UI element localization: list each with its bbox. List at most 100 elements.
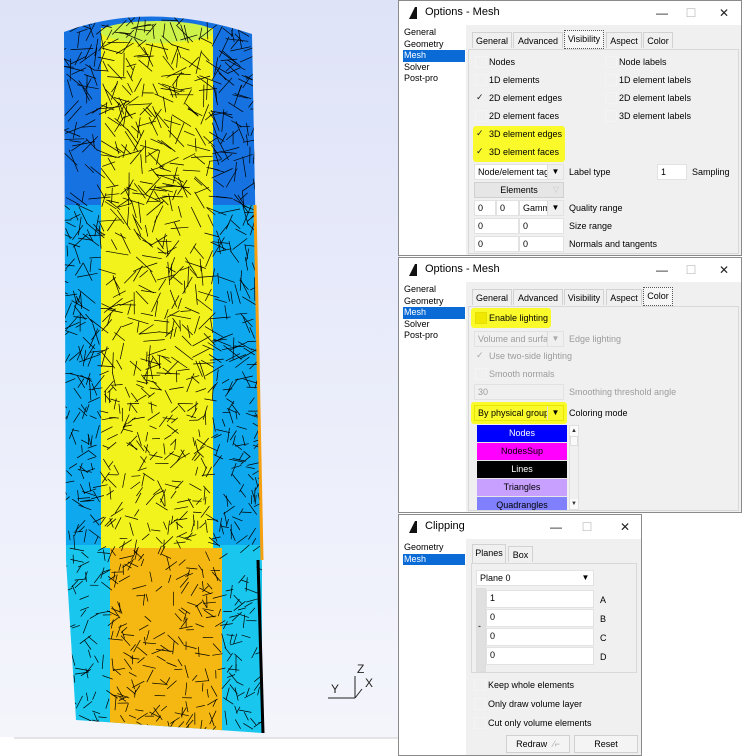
minimize-button[interactable]: —: [545, 518, 567, 536]
plane-select-dropdown[interactable]: Plane 0 ▼: [476, 570, 594, 586]
window-title: Options - Mesh: [425, 6, 500, 18]
mesh-edge: [264, 375, 270, 387]
mesh-edge: [61, 24, 64, 34]
tab-aspect[interactable]: Aspect: [606, 289, 642, 305]
redraw-button[interactable]: Redraw ⁄⌐: [506, 735, 570, 753]
title-bar[interactable]: Clipping — ☐ ✕: [399, 515, 641, 539]
category-geometry[interactable]: Geometry: [403, 39, 465, 51]
checkmark-icon: ✓: [476, 146, 484, 156]
minimize-button[interactable]: —: [651, 4, 673, 22]
quality-mode-dropdown[interactable]: Gamm ▼: [519, 200, 564, 216]
mesh-edge: [59, 699, 63, 708]
reset-button[interactable]: Reset: [574, 735, 638, 753]
mesh-edge: [266, 231, 276, 233]
size-max-input[interactable]: 0: [519, 218, 564, 234]
edge-lighting-dropdown[interactable]: Volume and surfa ▼: [474, 331, 564, 347]
color-list-item[interactable]: Quadrangles: [477, 497, 567, 510]
tab-aspect[interactable]: Aspect: [606, 32, 642, 48]
tab-general[interactable]: General: [472, 32, 512, 48]
edge-lighting-label: Edge lighting: [569, 334, 622, 344]
mesh-edge: [261, 424, 262, 437]
axes-indicator: Z X Y: [328, 662, 378, 702]
category-list[interactable]: General Geometry Mesh Solver Post-pro: [403, 27, 465, 85]
normals-tangents-label: Normals and tangents: [569, 239, 658, 249]
color-list[interactable]: Nodes NodesSup Lines Triangles Quadrangles: [477, 425, 567, 510]
category-general[interactable]: General: [403, 27, 465, 39]
tab-advanced[interactable]: Advanced: [513, 289, 563, 305]
coefficient-b-input[interactable]: 0: [486, 609, 594, 627]
title-bar[interactable]: Options - Mesh — ☐ ✕: [399, 1, 741, 25]
mesh-edge: [64, 586, 66, 595]
quality-max-input[interactable]: 0: [496, 200, 519, 216]
dropdown-arrow-icon: ▼: [547, 332, 563, 346]
sampling-input[interactable]: 1: [657, 164, 687, 180]
mesh-render[interactable]: [0, 0, 400, 737]
maximize-button[interactable]: ☐: [680, 4, 702, 22]
coefficient-c-label: C: [600, 633, 607, 643]
coefficient-c-input[interactable]: 0: [486, 628, 594, 646]
sampling-label: Sampling: [692, 167, 730, 177]
mesh-edge: [259, 77, 262, 82]
elements-button[interactable]: Elements ▽: [474, 182, 564, 198]
mesh-edge: [264, 399, 270, 410]
category-geometry[interactable]: Geometry: [403, 542, 465, 554]
maximize-button[interactable]: ☐: [576, 518, 598, 536]
color-list-scrollbar[interactable]: ▲ ▼: [569, 425, 579, 510]
options-mesh-color-window: Options - Mesh — ☐ ✕ General Geometry Me…: [398, 257, 742, 513]
coefficient-d-input[interactable]: 0: [486, 647, 594, 665]
coefficient-slider[interactable]: -: [476, 588, 486, 672]
category-mesh[interactable]: Mesh: [403, 50, 465, 62]
close-button[interactable]: ✕: [713, 4, 735, 22]
normals-input[interactable]: 0: [474, 236, 519, 252]
smoothing-angle-input[interactable]: 30: [474, 384, 564, 400]
tab-planes[interactable]: Planes: [472, 544, 506, 563]
category-list[interactable]: Geometry Mesh: [403, 542, 465, 565]
mesh-edge: [64, 269, 67, 281]
color-tab-content: Enable lighting Volume and surfa ▼ Edge l…: [468, 306, 739, 511]
size-min-input[interactable]: 0: [474, 218, 519, 234]
category-post-pro[interactable]: Post-pro: [403, 73, 465, 85]
quality-min-input[interactable]: 0: [474, 200, 496, 216]
close-button[interactable]: ✕: [713, 261, 735, 279]
category-list[interactable]: General Geometry Mesh Solver Post-pro: [403, 284, 465, 342]
tab-color[interactable]: Color: [643, 287, 673, 306]
tab-general[interactable]: General: [472, 289, 512, 305]
mesh-edge: [250, 23, 262, 39]
tab-advanced[interactable]: Advanced: [513, 32, 563, 48]
category-general[interactable]: General: [403, 284, 465, 296]
mesh-edge: [260, 196, 262, 210]
color-list-item[interactable]: Triangles: [477, 479, 567, 497]
window-title: Clipping: [425, 520, 465, 532]
category-solver[interactable]: Solver: [403, 62, 465, 74]
mesh-edge: [263, 387, 266, 397]
tab-color[interactable]: Color: [643, 32, 673, 48]
maximize-button[interactable]: ☐: [680, 261, 702, 279]
mesh-edge: [261, 332, 262, 339]
tangents-input[interactable]: 0: [519, 236, 564, 252]
color-list-item[interactable]: Lines: [477, 461, 567, 479]
close-button[interactable]: ✕: [614, 518, 636, 536]
label-type-dropdown[interactable]: Node/element tag ▼: [474, 164, 564, 180]
category-solver[interactable]: Solver: [403, 319, 465, 331]
mesh-edge: [255, 109, 262, 121]
gmsh-app-icon: [409, 264, 417, 276]
clipping-panel: Planes Box Plane 0 ▼ - 1A0B0C0D Keep whol…: [466, 539, 641, 755]
category-mesh[interactable]: Mesh: [403, 307, 465, 319]
minimize-button[interactable]: —: [651, 261, 673, 279]
color-list-item[interactable]: NodesSup: [477, 443, 567, 461]
tab-box[interactable]: Box: [508, 546, 533, 562]
title-bar[interactable]: Options - Mesh — ☐ ✕: [399, 258, 741, 282]
tab-visibility[interactable]: Visibility: [564, 289, 604, 305]
coefficient-a-input[interactable]: 1: [486, 590, 594, 608]
category-geometry[interactable]: Geometry: [403, 296, 465, 308]
mesh-viewport[interactable]: Z X Y: [0, 0, 400, 737]
color-list-item[interactable]: Nodes: [477, 425, 567, 443]
mesh-edge: [261, 361, 262, 378]
category-mesh[interactable]: Mesh: [403, 553, 465, 565]
mesh-edge: [253, 139, 262, 160]
category-post-pro[interactable]: Post-pro: [403, 330, 465, 342]
tab-visibility[interactable]: Visibility: [564, 30, 604, 49]
coloring-mode-dropdown[interactable]: By physical group ▼: [474, 405, 564, 421]
scroll-down-arrow-icon: ▼: [570, 499, 578, 509]
checkmark-icon: ✓: [476, 128, 484, 138]
